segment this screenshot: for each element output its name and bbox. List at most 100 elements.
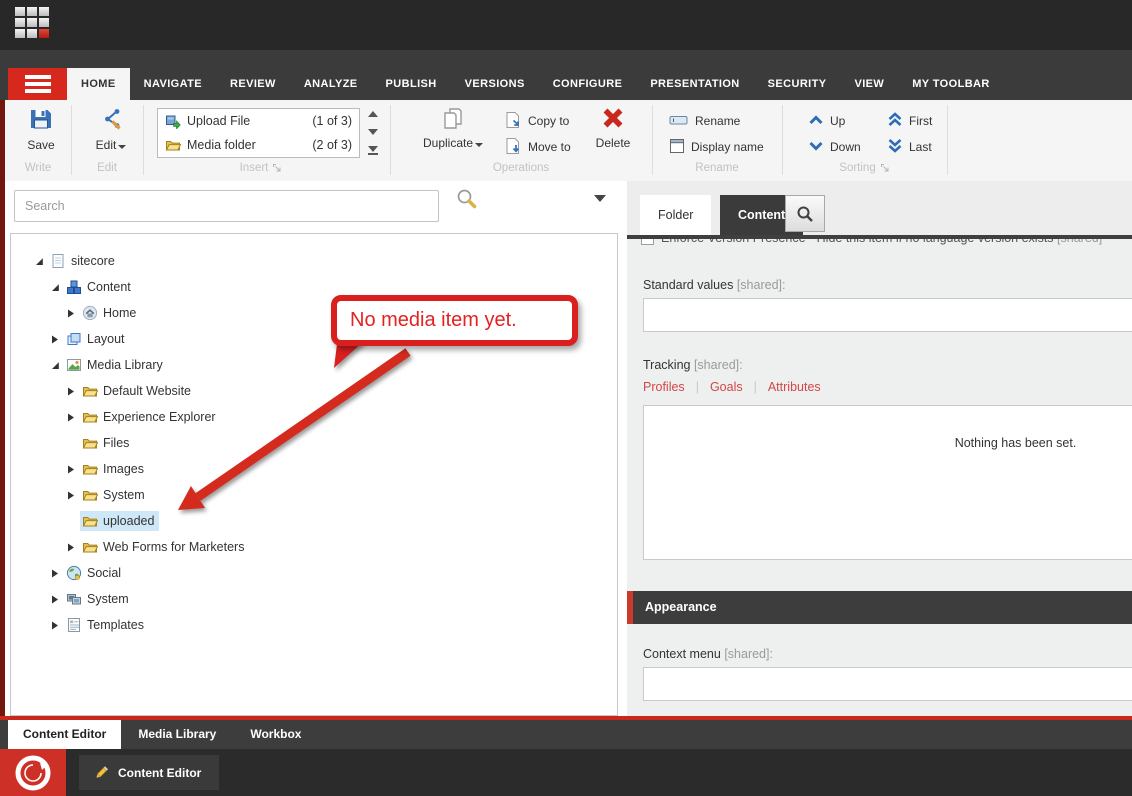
rename-button[interactable]: Rename: [669, 110, 740, 132]
ribbon-tab-home[interactable]: HOME: [67, 68, 130, 100]
dialog-launcher-icon[interactable]: [272, 163, 282, 173]
folder-icon: [82, 409, 98, 425]
save-button[interactable]: Save: [17, 106, 65, 152]
tree-item-label: Experience Explorer: [103, 410, 216, 424]
ribbon-tab-navigate[interactable]: NAVIGATE: [130, 68, 216, 100]
tree-collapsed-icon[interactable]: [67, 491, 80, 500]
tree-item-content: Experience Explorer: [80, 407, 221, 427]
tree-item-system[interactable]: System: [11, 482, 617, 508]
sitecore-logo-icon[interactable]: [0, 749, 66, 796]
sort-first-button[interactable]: First: [887, 110, 932, 132]
ribbon-tab-publish[interactable]: PUBLISH: [372, 68, 451, 100]
tree-collapsed-icon[interactable]: [67, 387, 80, 396]
tree-collapsed-icon[interactable]: [67, 413, 80, 422]
standard-values-label: Standard values [shared]:: [643, 278, 785, 292]
rename-icon: [669, 113, 689, 130]
tree-item-social[interactable]: Social: [11, 560, 617, 586]
app-tab-workbox[interactable]: Workbox: [233, 720, 318, 749]
spinner-up-icon[interactable]: [368, 111, 378, 117]
edit-button[interactable]: Edit: [85, 106, 137, 152]
document-icon: [50, 253, 66, 269]
dialog-launcher-icon[interactable]: [880, 163, 890, 173]
ribbon-tab-versions[interactable]: VERSIONS: [451, 68, 539, 100]
content-editor-app-button[interactable]: Content Editor: [79, 755, 219, 790]
tree-item-content: Files: [80, 433, 134, 453]
ribbon-tab-review[interactable]: REVIEW: [216, 68, 290, 100]
tree-collapsed-icon[interactable]: [51, 621, 64, 630]
move-to-button[interactable]: Move to: [504, 136, 571, 158]
insert-item-upload-file[interactable]: Upload File(1 of 3): [158, 109, 359, 133]
tree-collapsed-icon[interactable]: [67, 309, 80, 318]
spinner-last-icon[interactable]: [368, 146, 378, 155]
app-tab-media-library[interactable]: Media Library: [121, 720, 233, 749]
tree-collapsed-icon[interactable]: [67, 465, 80, 474]
tree-collapsed-icon[interactable]: [51, 595, 64, 604]
tree-item-label: Home: [103, 306, 136, 320]
sort-down-button[interactable]: Down: [808, 136, 861, 158]
tree-collapsed-icon[interactable]: [67, 543, 80, 552]
copy-to-button[interactable]: Copy to: [504, 110, 569, 132]
tracking-link-goals[interactable]: Goals: [710, 380, 743, 394]
appearance-section-header[interactable]: Appearance: [627, 591, 1132, 624]
ribbon-tab-my-toolbar[interactable]: MY TOOLBAR: [898, 68, 1004, 100]
delete-button[interactable]: Delete: [588, 106, 638, 150]
sort-last-button[interactable]: Last: [887, 136, 932, 158]
tree-item-web-forms-for-marketers[interactable]: Web Forms for Marketers: [11, 534, 617, 560]
search-icon[interactable]: [455, 187, 479, 216]
tree-item-templates[interactable]: Templates: [11, 612, 617, 638]
tree-item-label: Web Forms for Marketers: [103, 540, 244, 554]
tree-item-default-website[interactable]: Default Website: [11, 378, 617, 404]
hamburger-menu-icon[interactable]: [8, 68, 67, 100]
ribbon-tab-configure[interactable]: CONFIGURE: [539, 68, 637, 100]
sort-up-button[interactable]: Up: [808, 110, 845, 132]
ribbon-tab-view[interactable]: VIEW: [840, 68, 898, 100]
tree-item-experience-explorer[interactable]: Experience Explorer: [11, 404, 617, 430]
empty-message: Nothing has been set.: [955, 436, 1077, 450]
tree-item-uploaded[interactable]: uploaded: [11, 508, 617, 534]
tree-item-label: System: [87, 592, 129, 606]
tree-item-sitecore[interactable]: sitecore: [11, 248, 617, 274]
chevron-down-icon: [118, 145, 126, 149]
tree-expanded-icon[interactable]: [51, 361, 64, 370]
app-tab-bar: Content EditorMedia LibraryWorkbox: [0, 720, 1132, 749]
search-input[interactable]: [14, 190, 439, 222]
tracking-link-profiles[interactable]: Profiles: [643, 380, 685, 394]
tree-item-media-library[interactable]: Media Library: [11, 352, 617, 378]
section-accent: [627, 591, 633, 624]
insert-item-media-folder[interactable]: Media folder(2 of 3): [158, 133, 359, 157]
insert-item-label: Upload File: [187, 114, 250, 128]
context-menu-input[interactable]: [643, 667, 1132, 701]
globe-icon: [66, 565, 82, 581]
ribbon-tab-analyze[interactable]: ANALYZE: [290, 68, 372, 100]
display-name-button[interactable]: Display name: [669, 136, 764, 158]
standard-values-input[interactable]: [643, 298, 1132, 332]
sitecore-grid-logo-icon[interactable]: [15, 7, 49, 38]
tree-item-files[interactable]: Files: [11, 430, 617, 456]
ribbon-tab-presentation[interactable]: PRESENTATION: [636, 68, 753, 100]
top-bar: [0, 0, 1132, 50]
tree-item-content: Social: [64, 563, 126, 583]
template-icon: [66, 617, 82, 633]
duplicate-button[interactable]: Duplicate: [417, 106, 489, 150]
search-dropdown-icon[interactable]: [594, 195, 606, 202]
enforce-version-presence-checkbox[interactable]: [641, 239, 654, 245]
app-tab-content-editor[interactable]: Content Editor: [8, 720, 121, 749]
editor-search-button[interactable]: [785, 195, 825, 232]
tree-item-content: Media Library: [64, 355, 168, 375]
tree-item-label: Files: [103, 436, 129, 450]
tree-item-images[interactable]: Images: [11, 456, 617, 482]
tree-expanded-icon[interactable]: [35, 257, 48, 266]
tree-collapsed-icon[interactable]: [51, 569, 64, 578]
tree-expanded-icon[interactable]: [51, 283, 64, 292]
spinner-down-icon[interactable]: [368, 129, 378, 135]
tree-collapsed-icon[interactable]: [51, 335, 64, 344]
search-bar-row: [5, 181, 618, 233]
duplicate-label: Duplicate: [423, 136, 483, 150]
tracking-link-attributes[interactable]: Attributes: [768, 380, 821, 394]
tree-item-system[interactable]: System: [11, 586, 617, 612]
editor-tab-folder[interactable]: Folder: [640, 195, 711, 235]
ribbon-tab-security[interactable]: SECURITY: [754, 68, 841, 100]
tracking-label: Tracking [shared]:: [643, 358, 743, 372]
folder-icon: [82, 383, 98, 399]
delete-icon: [601, 106, 625, 133]
